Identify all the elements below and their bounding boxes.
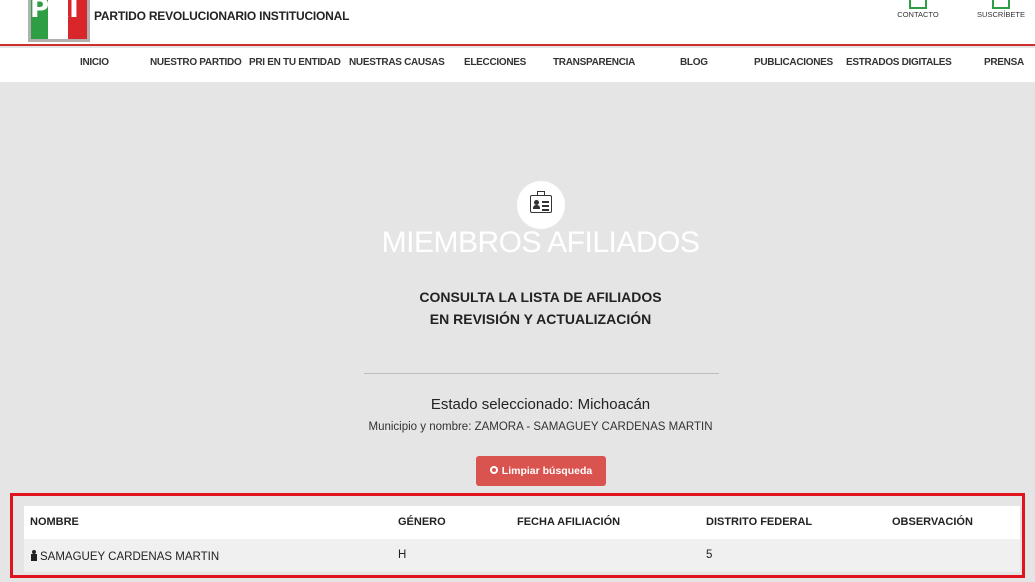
nav-item-nuestras-causas[interactable]: NUESTRAS CAUSAS: [349, 57, 445, 68]
subtitle-line-2: EN REVISIÓN Y ACTUALIZACIÓN: [429, 311, 652, 327]
search-icon: [489, 466, 498, 474]
pri-logo[interactable]: PRI: [28, 0, 90, 42]
nav-item-estrados-digitales[interactable]: ESTRADOS DIGITALES: [846, 57, 952, 68]
main-nav: INICIO NUESTRO PARTIDO PRI EN TU ENTIDAD…: [0, 48, 1035, 82]
highlight-box: [10, 493, 1025, 578]
subscribe-icon: [992, 0, 1010, 9]
brand-name[interactable]: PARTIDO REVOLUCIONARIO INSTITUCIONAL: [94, 9, 349, 23]
clear-search-button[interactable]: Limpiar búsqueda: [476, 456, 606, 486]
page-title: MIEMBROS AFILIADOS: [381, 226, 700, 259]
nav-item-inicio[interactable]: INICIO: [80, 57, 109, 68]
page-subtitle: CONSULTA LA LISTA DE AFILIADOS EN REVISI…: [0, 286, 1035, 330]
divider: [364, 373, 719, 374]
subtitle-line-1: CONSULTA LA LISTA DE AFILIADOS: [419, 289, 662, 305]
selected-state: Estado seleccionado: Michoacán: [430, 396, 651, 413]
subscribe-label: SUSCRÍBETE: [977, 10, 1025, 19]
nav-item-prensa[interactable]: PRENSA: [984, 57, 1024, 68]
selected-municipality: Municipio y nombre: ZAMORA - SAMAGUEY CA…: [368, 421, 713, 433]
contact-link[interactable]: CONTACTO: [893, 0, 943, 19]
id-card-icon: [517, 181, 565, 229]
nav-item-pri-en-tu-entidad[interactable]: PRI EN TU ENTIDAD: [249, 57, 341, 68]
subscribe-link[interactable]: SUSCRÍBETE: [975, 0, 1027, 19]
nav-item-publicaciones[interactable]: PUBLICACIONES: [754, 57, 833, 68]
clear-search-label: Limpiar búsqueda: [501, 465, 593, 477]
nav-item-elecciones[interactable]: ELECCIONES: [464, 57, 526, 68]
nav-item-blog[interactable]: BLOG: [680, 57, 708, 68]
nav-item-nuestro-partido[interactable]: NUESTRO PARTIDO: [150, 57, 242, 68]
nav-item-transparencia[interactable]: TRANSPARENCIA: [553, 57, 635, 68]
contact-label: CONTACTO: [897, 10, 939, 19]
contact-icon: [909, 0, 927, 9]
site-header: PRI PARTIDO REVOLUCIONARIO INSTITUCIONAL…: [0, 0, 1035, 46]
